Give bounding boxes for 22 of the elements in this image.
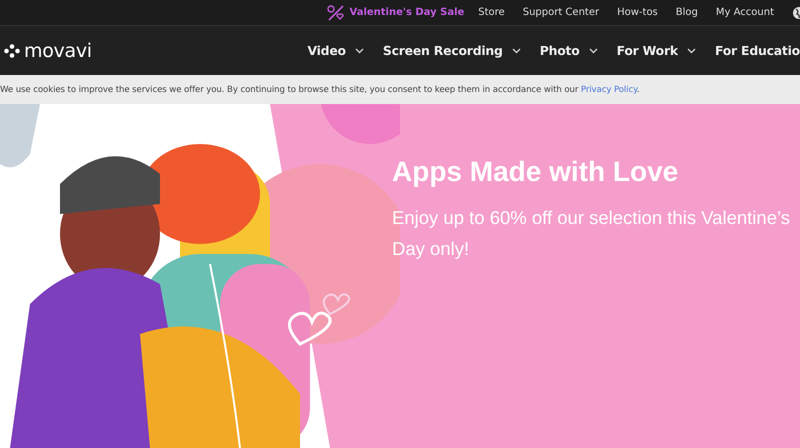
top-link[interactable]: Support Center	[522, 7, 600, 18]
sale-link[interactable]: Valentine's Day Sale	[326, 4, 464, 20]
dots-icon	[4, 44, 20, 58]
top-link[interactable]: My Account	[716, 7, 774, 18]
hero-title: Apps Made with Love	[392, 156, 680, 188]
nav-menu-item[interactable]: Photo	[540, 43, 598, 58]
chevron-down-icon	[354, 48, 364, 54]
hero-subtitle: Enjoy up to 60% off our selection this Valentine’s Day only!	[392, 206, 792, 261]
top-link[interactable]: Store	[478, 7, 505, 18]
percent-icon	[326, 4, 346, 20]
top-link[interactable]: Blog	[676, 7, 698, 18]
top-link[interactable]: How-tos	[617, 7, 658, 18]
chevron-down-icon	[512, 48, 521, 54]
privacy-policy-link[interactable]: Privacy Policy	[580, 84, 637, 94]
logo[interactable]: movavi	[4, 40, 92, 62]
nav-menu-item[interactable]: Screen Recording	[382, 43, 521, 58]
chevron-down-icon	[686, 48, 696, 54]
chevron-down-icon	[588, 48, 598, 54]
nav-menu-item[interactable]: For Educatio	[714, 43, 800, 58]
nav-menu-item[interactable]: Video	[307, 43, 364, 58]
nav-menu-item[interactable]: For Work	[616, 43, 696, 58]
cookie-notice-text: We use cookies to improve the services we offer you. By continuing to browse this site, you consent to keep them in accordance with our Privacy Policy.	[0, 84, 640, 94]
